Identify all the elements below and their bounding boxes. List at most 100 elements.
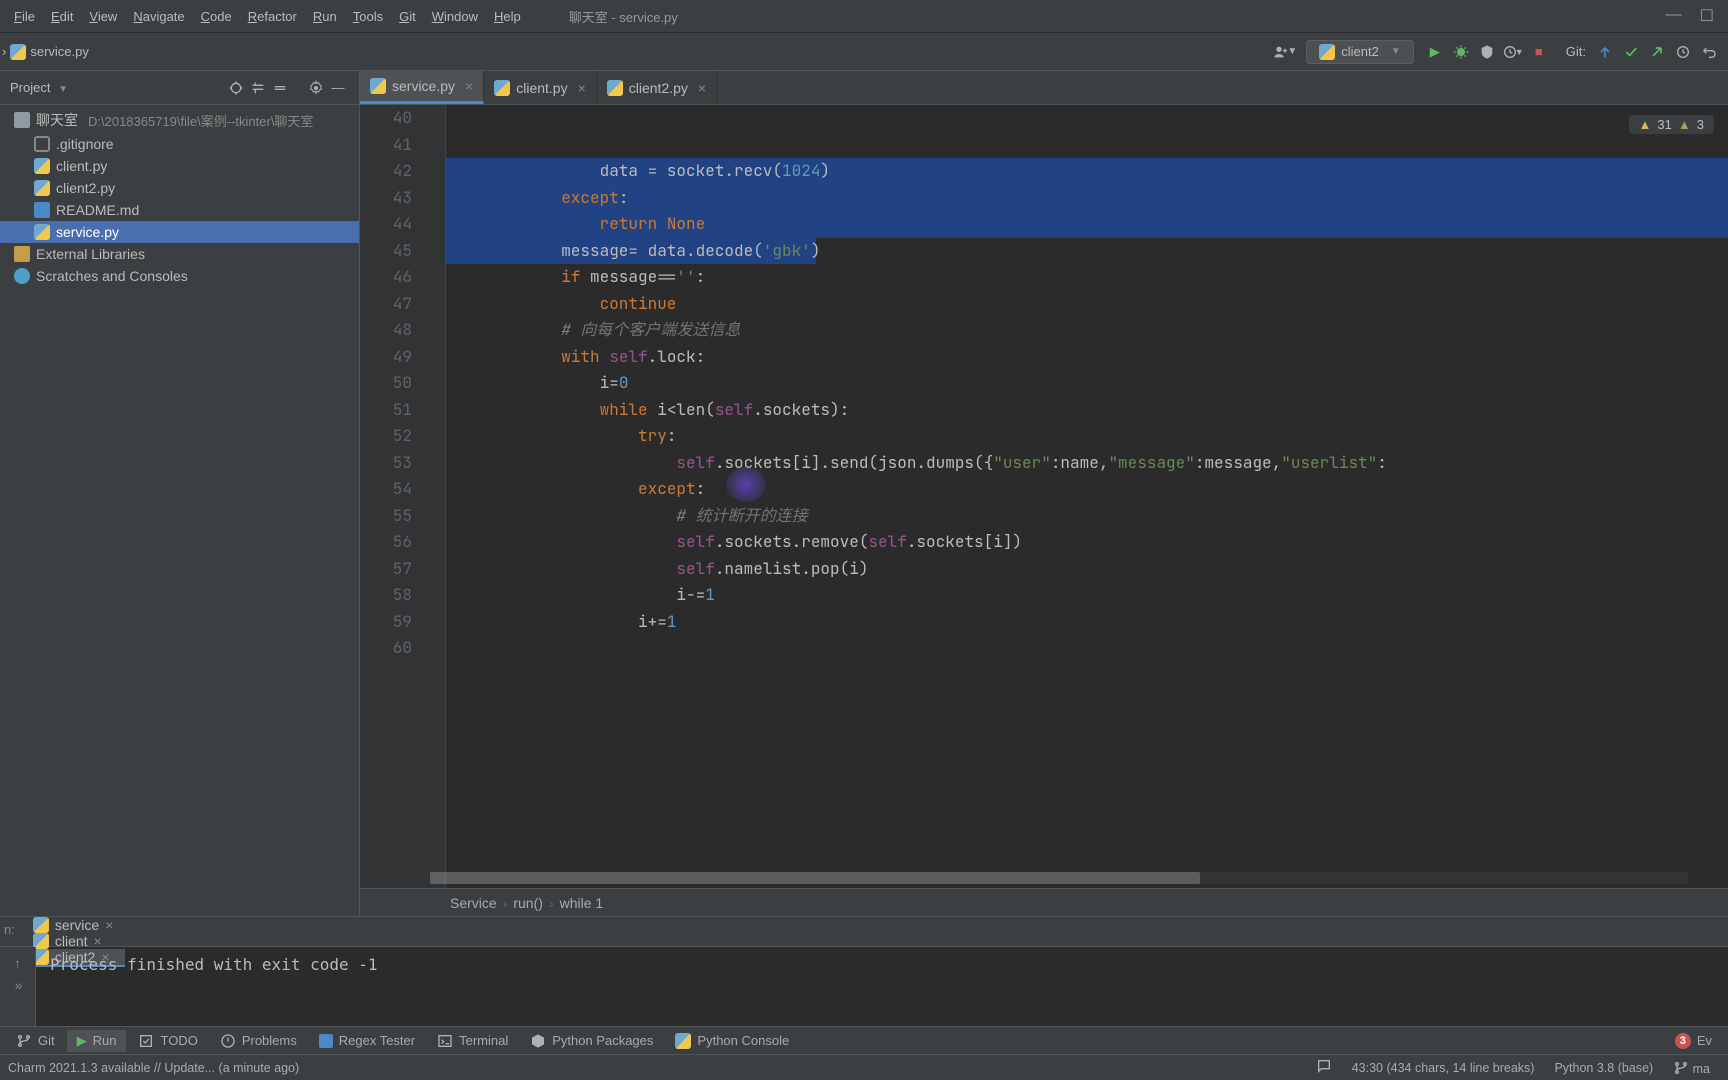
menu-code[interactable]: Code [193,6,240,27]
git-update-button[interactable] [1592,39,1618,65]
tool-tab-regex-tester[interactable]: Regex Tester [309,1030,425,1051]
code-line-60[interactable] [446,688,1728,715]
collapse-all-icon[interactable] [269,77,291,99]
run-output[interactable]: Process finished with exit code -1 [36,947,1728,1026]
maximize-icon[interactable]: ☐ [1700,6,1714,26]
code-line-44[interactable]: if message=='': [446,264,1728,291]
more-icon[interactable]: » [15,977,21,993]
tool-tab-python-packages[interactable]: Python Packages [520,1030,663,1052]
code-line-55[interactable]: self.namelist.pop(i) [446,556,1728,583]
menu-help[interactable]: Help [486,6,529,27]
menu-view[interactable]: View [81,6,125,27]
status-branch[interactable]: ma [1663,1060,1720,1076]
menu-tools[interactable]: Tools [345,6,391,27]
inspections-widget[interactable]: ▲ 31 ▲ 3 [1629,115,1714,134]
coverage-button[interactable] [1474,39,1500,65]
code-line-59[interactable] [446,662,1728,689]
close-tab-icon[interactable]: × [698,80,706,96]
locate-icon[interactable] [225,77,247,99]
code-line-45[interactable]: continue [446,291,1728,318]
tab-client2-py[interactable]: client2.py× [597,71,717,104]
code-editor[interactable]: 4041424344454647484950515253545556575859… [360,105,1728,888]
file-README-md[interactable]: README.md [0,199,359,221]
profile-button[interactable]: ▼ [1500,39,1526,65]
file-client2-py[interactable]: client2.py [0,177,359,199]
close-run-tab-icon[interactable]: × [105,917,113,933]
run-button[interactable]: ▶ [1422,39,1448,65]
code-line-42[interactable]: return None [446,211,1728,238]
menu-refactor[interactable]: Refactor [240,6,305,27]
settings-icon[interactable] [305,77,327,99]
menu-window[interactable]: Window [424,6,486,27]
menu-run[interactable]: Run [305,6,345,27]
file-service-py[interactable]: service.py [0,221,359,243]
close-tab-icon[interactable]: × [465,78,473,94]
code-line-57[interactable]: i+=1 [446,609,1728,636]
tool-tab-python-console[interactable]: Python Console [665,1030,799,1052]
breadcrumb-file[interactable]: › service.py [2,44,89,60]
add-user-icon[interactable]: ▼ [1272,39,1298,65]
tool-tab-run[interactable]: ▶Run [67,1030,127,1052]
code-line-41[interactable]: except: [446,185,1728,212]
tool-tab-problems[interactable]: Problems [210,1030,307,1052]
external-libraries[interactable]: External Libraries [0,243,359,265]
code-line-52[interactable]: except: [446,476,1728,503]
code-line-47[interactable]: with self.lock: [446,344,1728,371]
breadcrumb-segment[interactable]: while 1 [560,895,604,911]
menu-git[interactable]: Git [391,6,424,27]
editor-area: service.py×client.py×client2.py× 4041424… [360,71,1728,916]
code-line-53[interactable]: # 统计断开的连接 [446,503,1728,530]
horizontal-scrollbar[interactable] [430,872,1688,884]
scrollbar-thumb[interactable] [430,872,1200,884]
menu-edit[interactable]: Edit [43,6,81,27]
menu-navigate[interactable]: Navigate [125,6,192,27]
event-log[interactable]: 3Ev [1665,1030,1722,1052]
tab-service-py[interactable]: service.py × [360,71,484,104]
code-line-54[interactable]: self.sockets.remove(self.sockets[i]) [446,529,1728,556]
code-line-50[interactable]: try: [446,423,1728,450]
git-commit-button[interactable] [1618,39,1644,65]
code-line-48[interactable]: i=0 [446,370,1728,397]
tab-client-py[interactable]: client.py× [484,71,597,104]
debug-button[interactable] [1448,39,1474,65]
breadcrumb-segment[interactable]: run() [513,895,543,911]
code-line-46[interactable]: # 向每个客户端发送信息 [446,317,1728,344]
tool-tab-terminal[interactable]: Terminal [427,1030,518,1052]
git-history-button[interactable] [1670,39,1696,65]
file-client-py[interactable]: client.py [0,155,359,177]
code-line-56[interactable]: i-=1 [446,582,1728,609]
root-path: D:\2018365719\file\案例--tkinter\聊天室 [88,111,313,130]
menu-file[interactable]: File [6,6,43,27]
run-tab-service[interactable]: service× [21,917,126,933]
code-line-49[interactable]: while i<len(self.sockets): [446,397,1728,424]
git-push-button[interactable] [1644,39,1670,65]
code-line-40[interactable]: data = socket.recv(1024) [446,158,1728,185]
fold-strip[interactable] [430,105,446,888]
file--gitignore[interactable]: .gitignore [0,133,359,155]
project-root[interactable]: 聊天室 D:\2018365719\file\案例--tkinter\聊天室 [0,107,359,133]
run-config-selector[interactable]: client2 ▼ [1306,40,1413,64]
tool-tab-git[interactable]: Git [6,1030,65,1052]
breadcrumb-segment[interactable]: Service [450,895,497,911]
python-file-icon [34,180,50,196]
git-rollback-button[interactable] [1696,39,1722,65]
minimize-icon[interactable]: — [1666,6,1682,26]
sidebar-title[interactable]: Project ▼ [10,80,225,95]
hide-icon[interactable]: — [327,77,349,99]
code-body[interactable]: data = socket.recv(1024) except: return … [446,105,1728,888]
close-tab-icon[interactable]: × [578,80,586,96]
code-line-43[interactable]: message= data.decode('gbk') [446,238,1728,265]
code-breadcrumb[interactable]: Service›run()›while 1 [360,888,1728,916]
status-interpreter[interactable]: Python 3.8 (base) [1544,1061,1663,1075]
tool-tab-todo[interactable]: TODO [128,1030,207,1052]
code-line-51[interactable]: self.sockets[i].send(json.dumps({"user":… [446,450,1728,477]
status-update-msg[interactable]: Charm 2021.1.3 available // Update... (a… [8,1061,1306,1075]
code-line-58[interactable] [446,635,1728,662]
expand-all-icon[interactable] [247,77,269,99]
scratches-consoles[interactable]: Scratches and Consoles [0,265,359,287]
status-position[interactable]: 43:30 (434 chars, 14 line breaks) [1342,1061,1545,1075]
balloon-icon[interactable] [1306,1058,1342,1077]
stop-button[interactable]: ■ [1526,39,1552,65]
tab-label: service.py [392,78,455,94]
up-arrow-icon[interactable]: ↑ [14,955,21,971]
